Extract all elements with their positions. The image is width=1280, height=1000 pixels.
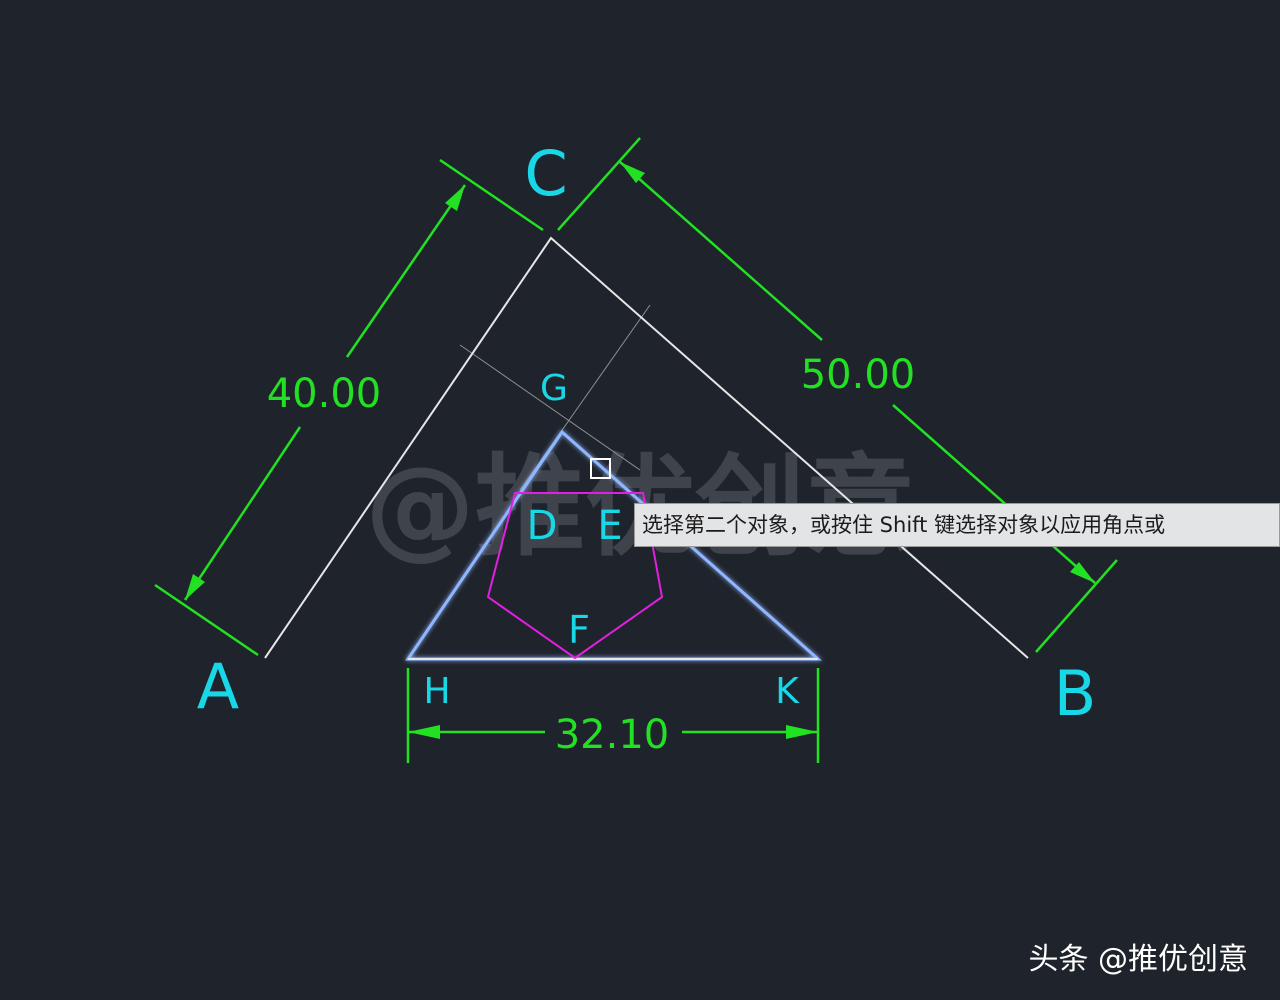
- point-label-b: B: [1054, 657, 1097, 730]
- point-label-e: E: [597, 503, 622, 549]
- arrowhead-icon: [786, 725, 818, 739]
- point-label-f: F: [568, 608, 590, 652]
- footer-credit: 头条 @推优创意: [1028, 942, 1248, 977]
- command-tooltip: 选择第二个对象，或按住 Shift 键选择对象以应用角点或: [634, 503, 1280, 547]
- arrowhead-icon: [185, 574, 205, 600]
- arrowhead-icon: [408, 725, 440, 739]
- point-label-a: A: [197, 650, 239, 723]
- point-label-d: D: [527, 503, 558, 549]
- point-label-h: H: [423, 671, 450, 712]
- drawing-area[interactable]: @推优创意 40.00 50.00: [0, 0, 1280, 1000]
- point-label-k: K: [775, 671, 800, 712]
- dimension-label-32: 32.10: [555, 712, 670, 758]
- cad-canvas[interactable]: @推优创意 40.00 50.00: [0, 0, 1280, 1000]
- point-label-g: G: [540, 368, 568, 409]
- point-label-c: C: [524, 137, 567, 210]
- dimension-label-40: 40.00: [267, 371, 382, 417]
- dimension-label-50: 50.00: [801, 352, 916, 398]
- arrowhead-icon: [445, 185, 465, 211]
